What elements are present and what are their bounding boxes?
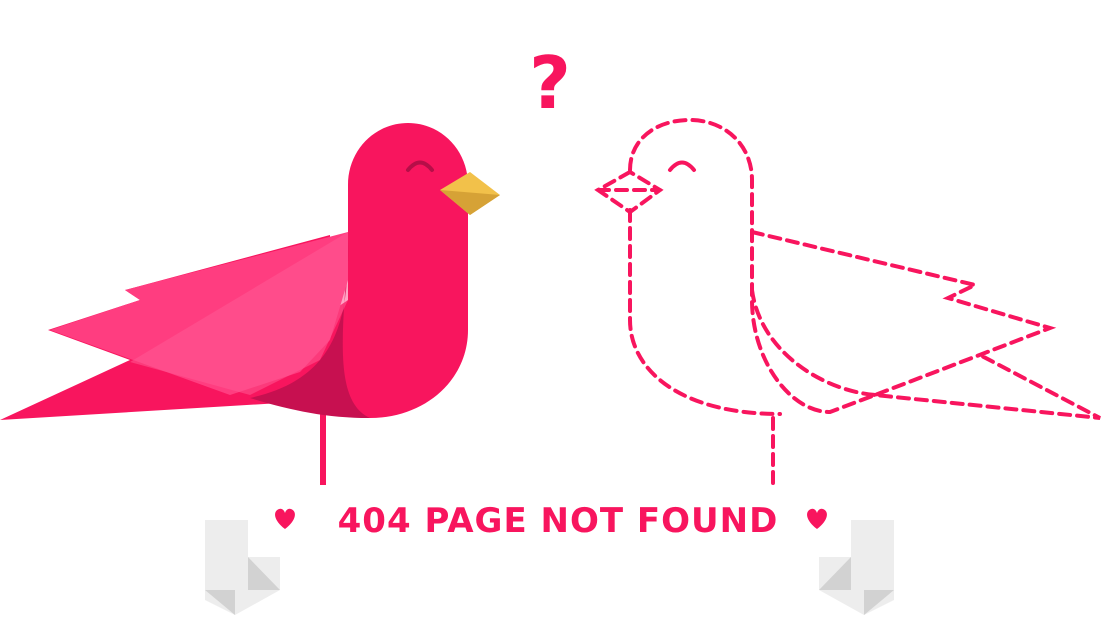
solid-bird-leg	[320, 410, 326, 485]
dashed-bird-body	[628, 117, 877, 416]
dashed-bird	[594, 117, 1101, 487]
right-heart-icon	[807, 508, 827, 529]
illustration-404: ? 404 PAGE NOT FOUND	[0, 41, 1101, 615]
dashed-bird-eye	[668, 160, 696, 172]
dashed-bird-beak	[594, 169, 664, 215]
dashed-bird-wing	[750, 230, 1101, 420]
ribbon-left	[205, 520, 280, 615]
solid-bird	[0, 123, 500, 485]
banner-title: 404 PAGE NOT FOUND	[338, 501, 779, 541]
left-heart-icon	[275, 508, 295, 529]
ribbon-right	[819, 520, 894, 615]
question-mark: ?	[529, 41, 571, 125]
